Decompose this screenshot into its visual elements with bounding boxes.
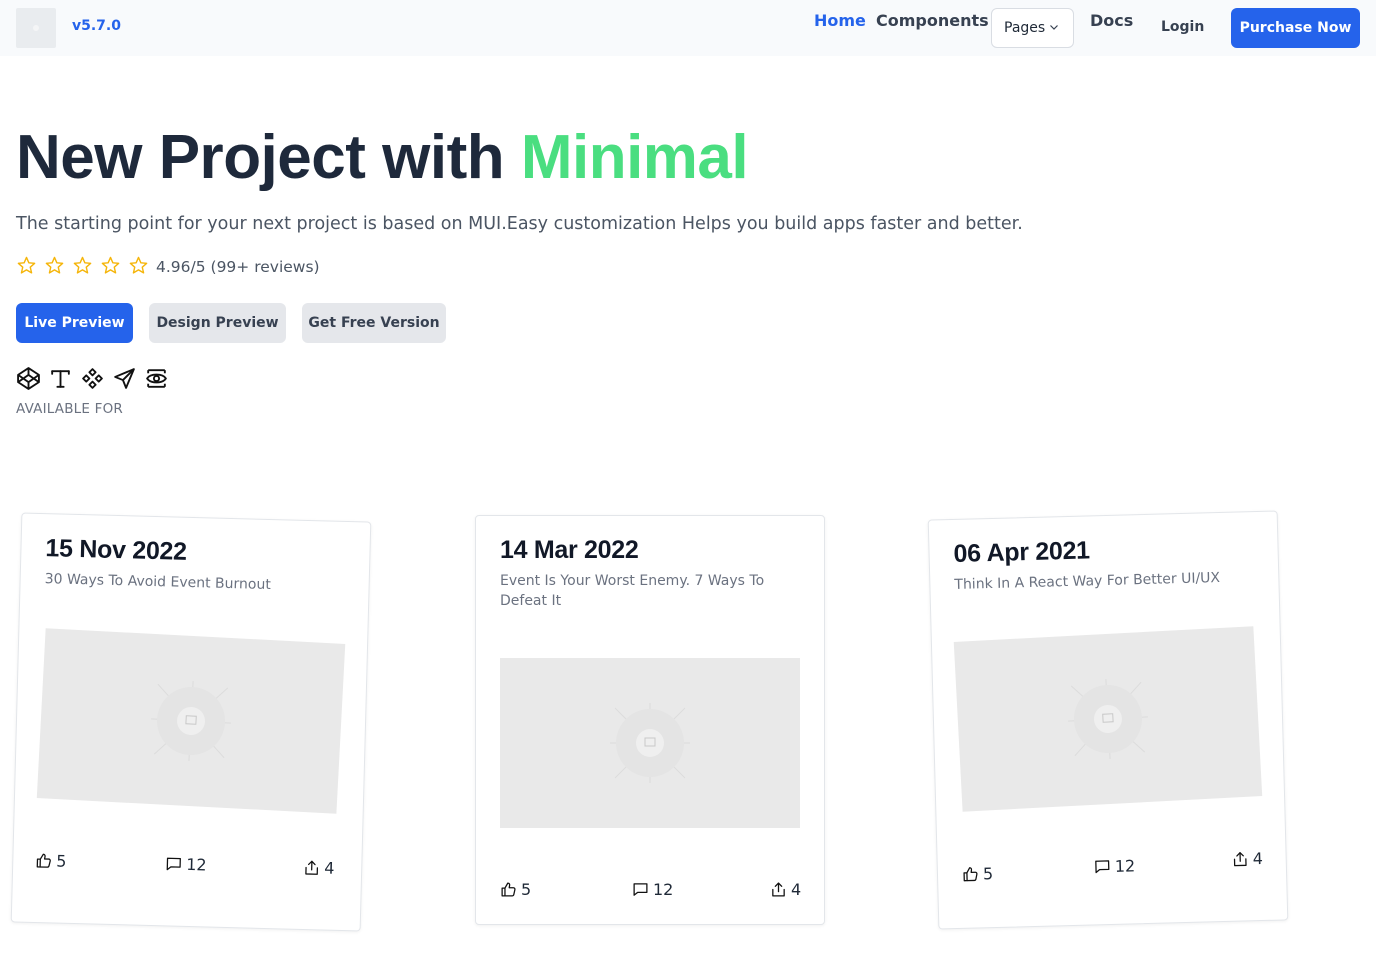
available-for-label: AVAILABLE FOR	[16, 401, 124, 417]
comments-count: 12	[1114, 856, 1136, 876]
chevron-down-icon	[1050, 25, 1058, 30]
blog-card[interactable]: 14 Mar 2022 Event Is Your Worst Enemy. 7…	[475, 515, 825, 925]
login-button[interactable]: Login	[1161, 19, 1204, 35]
nav-home-link[interactable]: Home	[814, 11, 866, 30]
rating-text: 4.96/5 (99+ reviews)	[156, 258, 320, 276]
likes-stat[interactable]: 5	[962, 864, 994, 884]
top-navbar: v5.7.0 Home Components Pages Docs Login …	[0, 0, 1376, 56]
design-preview-button[interactable]: Design Preview	[149, 303, 286, 343]
shares-stat[interactable]: 4	[1231, 849, 1263, 869]
comment-icon	[1095, 860, 1110, 874]
version-label: v5.7.0	[72, 18, 121, 34]
share-icon	[305, 860, 319, 875]
comments-stat[interactable]: 12	[632, 880, 673, 899]
card-title: Think In A React Way For Better UI/UX	[954, 570, 1221, 593]
hero-title: New Project with Minimal	[16, 122, 749, 193]
card-date: 14 Mar 2022	[500, 536, 639, 564]
thumbs-up-icon	[36, 853, 51, 868]
eye-icon[interactable]	[144, 366, 169, 391]
comments-count: 12	[186, 854, 207, 875]
comments-stat[interactable]: 12	[1094, 856, 1136, 876]
card-image-placeholder	[500, 658, 800, 828]
pages-dropdown[interactable]: Pages	[991, 8, 1074, 48]
star-icon	[45, 256, 64, 274]
likes-count: 5	[982, 864, 994, 884]
hero-subtitle: The starting point for your next project…	[16, 214, 1023, 234]
shares-count: 4	[1252, 848, 1264, 869]
comments-count: 12	[653, 880, 674, 899]
shares-stat[interactable]: 4	[770, 880, 801, 899]
star-icon	[73, 256, 92, 274]
nav-components-link[interactable]: Components	[876, 11, 989, 30]
star-icon	[101, 256, 120, 274]
star-icon	[17, 256, 36, 274]
purchase-now-button[interactable]: Purchase Now	[1231, 8, 1360, 48]
card-title: Event Is Your Worst Enemy. 7 Ways To Def…	[500, 573, 765, 609]
comment-icon	[633, 883, 648, 896]
blog-card[interactable]: 06 Apr 2021 Think In A React Way For Bet…	[927, 510, 1289, 930]
pages-dropdown-label: Pages	[1004, 20, 1046, 36]
thumbs-up-icon	[501, 882, 516, 897]
thumbs-up-icon	[963, 867, 978, 882]
comments-stat[interactable]: 12	[165, 854, 207, 874]
hero-title-prefix: New Project with	[16, 123, 521, 192]
card-date: 15 Nov 2022	[45, 534, 188, 566]
send-icon[interactable]	[112, 366, 137, 391]
likes-stat[interactable]: 5	[35, 851, 67, 871]
card-image-placeholder	[953, 626, 1263, 812]
blog-card[interactable]: 15 Nov 2022 30 Ways To Avoid Event Burno…	[10, 512, 372, 932]
likes-stat[interactable]: 5	[500, 880, 531, 899]
get-free-version-button[interactable]: Get Free Version	[302, 303, 446, 343]
card-date: 06 Apr 2021	[953, 536, 1091, 568]
shares-count: 4	[791, 880, 802, 899]
comment-icon	[166, 857, 181, 871]
shares-count: 4	[323, 858, 335, 878]
share-icon	[1233, 852, 1247, 867]
hero-title-accent: Minimal	[520, 123, 749, 192]
likes-count: 5	[521, 880, 532, 899]
typescript-icon[interactable]	[48, 366, 73, 391]
codepen-icon[interactable]	[16, 366, 41, 391]
card-title: 30 Ways To Avoid Event Burnout	[44, 571, 272, 594]
shares-stat[interactable]: 4	[303, 858, 335, 878]
star-icon	[129, 256, 148, 274]
logo[interactable]	[16, 8, 56, 48]
likes-count: 5	[56, 851, 67, 871]
nav-docs-link[interactable]: Docs	[1090, 11, 1133, 30]
card-image-placeholder	[36, 628, 346, 814]
image-placeholder-icon	[1068, 679, 1148, 759]
image-placeholder-icon	[151, 681, 231, 761]
figma-icon[interactable]	[80, 366, 105, 391]
live-preview-button[interactable]: Live Preview	[16, 303, 133, 343]
share-icon	[772, 882, 785, 897]
image-placeholder-icon	[610, 703, 690, 783]
